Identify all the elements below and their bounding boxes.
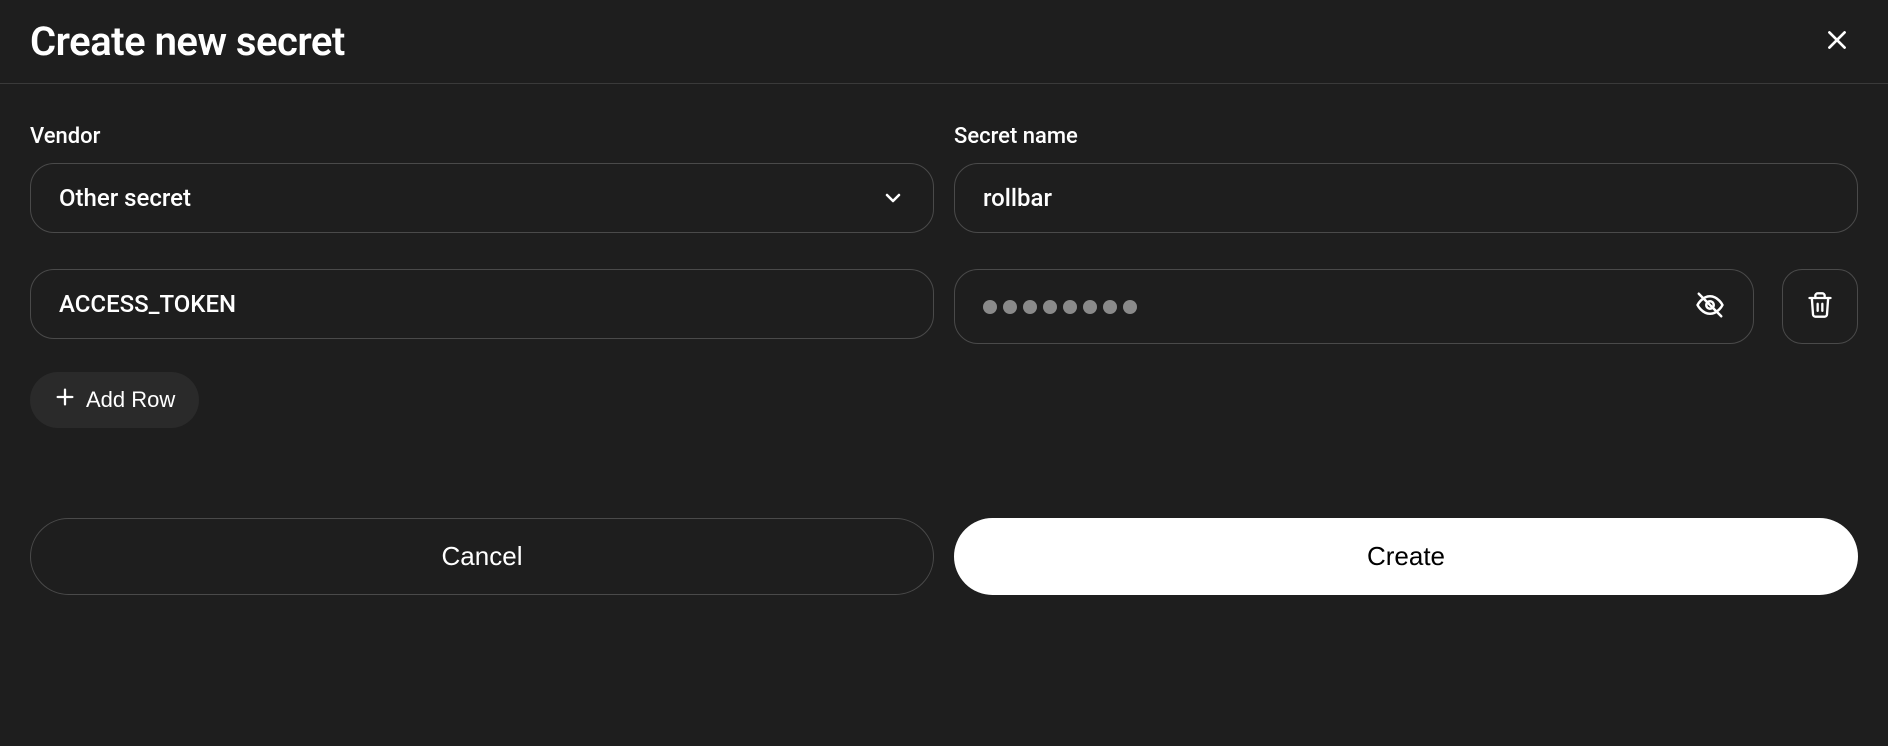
eye-off-icon xyxy=(1695,290,1725,323)
modal-header: Create new secret xyxy=(0,0,1888,84)
toggle-visibility-button[interactable] xyxy=(1695,290,1725,323)
cancel-button[interactable]: Cancel xyxy=(30,518,934,595)
vendor-label: Vendor xyxy=(30,124,934,149)
vendor-selected-value: Other secret xyxy=(59,184,191,212)
plus-icon xyxy=(54,386,76,414)
secret-name-group: Secret name xyxy=(954,124,1858,233)
form-row: Vendor Other secret Secret name xyxy=(30,124,1858,233)
vendor-group: Vendor Other secret xyxy=(30,124,934,233)
secret-name-label: Secret name xyxy=(954,124,1858,149)
trash-icon xyxy=(1806,291,1834,322)
password-mask xyxy=(983,300,1695,314)
vendor-select[interactable]: Other secret xyxy=(30,163,934,233)
create-button[interactable]: Create xyxy=(954,518,1858,595)
cancel-label: Cancel xyxy=(442,541,523,572)
kv-key-input[interactable] xyxy=(30,269,934,339)
create-label: Create xyxy=(1367,541,1445,572)
vendor-select-wrapper: Other secret xyxy=(30,163,934,233)
kv-value-wrapper xyxy=(954,269,1858,344)
kv-row xyxy=(30,269,1858,344)
modal-footer: Cancel Create xyxy=(30,518,1858,595)
close-icon xyxy=(1824,27,1850,56)
add-row-label: Add Row xyxy=(86,387,175,413)
modal-body: Vendor Other secret Secret name xyxy=(0,84,1888,625)
delete-row-button[interactable] xyxy=(1782,269,1858,344)
kv-key-wrapper xyxy=(30,269,934,344)
secret-name-input[interactable] xyxy=(954,163,1858,233)
close-button[interactable] xyxy=(1816,19,1858,64)
kv-value-field[interactable] xyxy=(954,269,1754,344)
modal-title: Create new secret xyxy=(30,18,345,65)
chevron-down-icon xyxy=(881,186,905,210)
add-row-button[interactable]: Add Row xyxy=(30,372,199,428)
